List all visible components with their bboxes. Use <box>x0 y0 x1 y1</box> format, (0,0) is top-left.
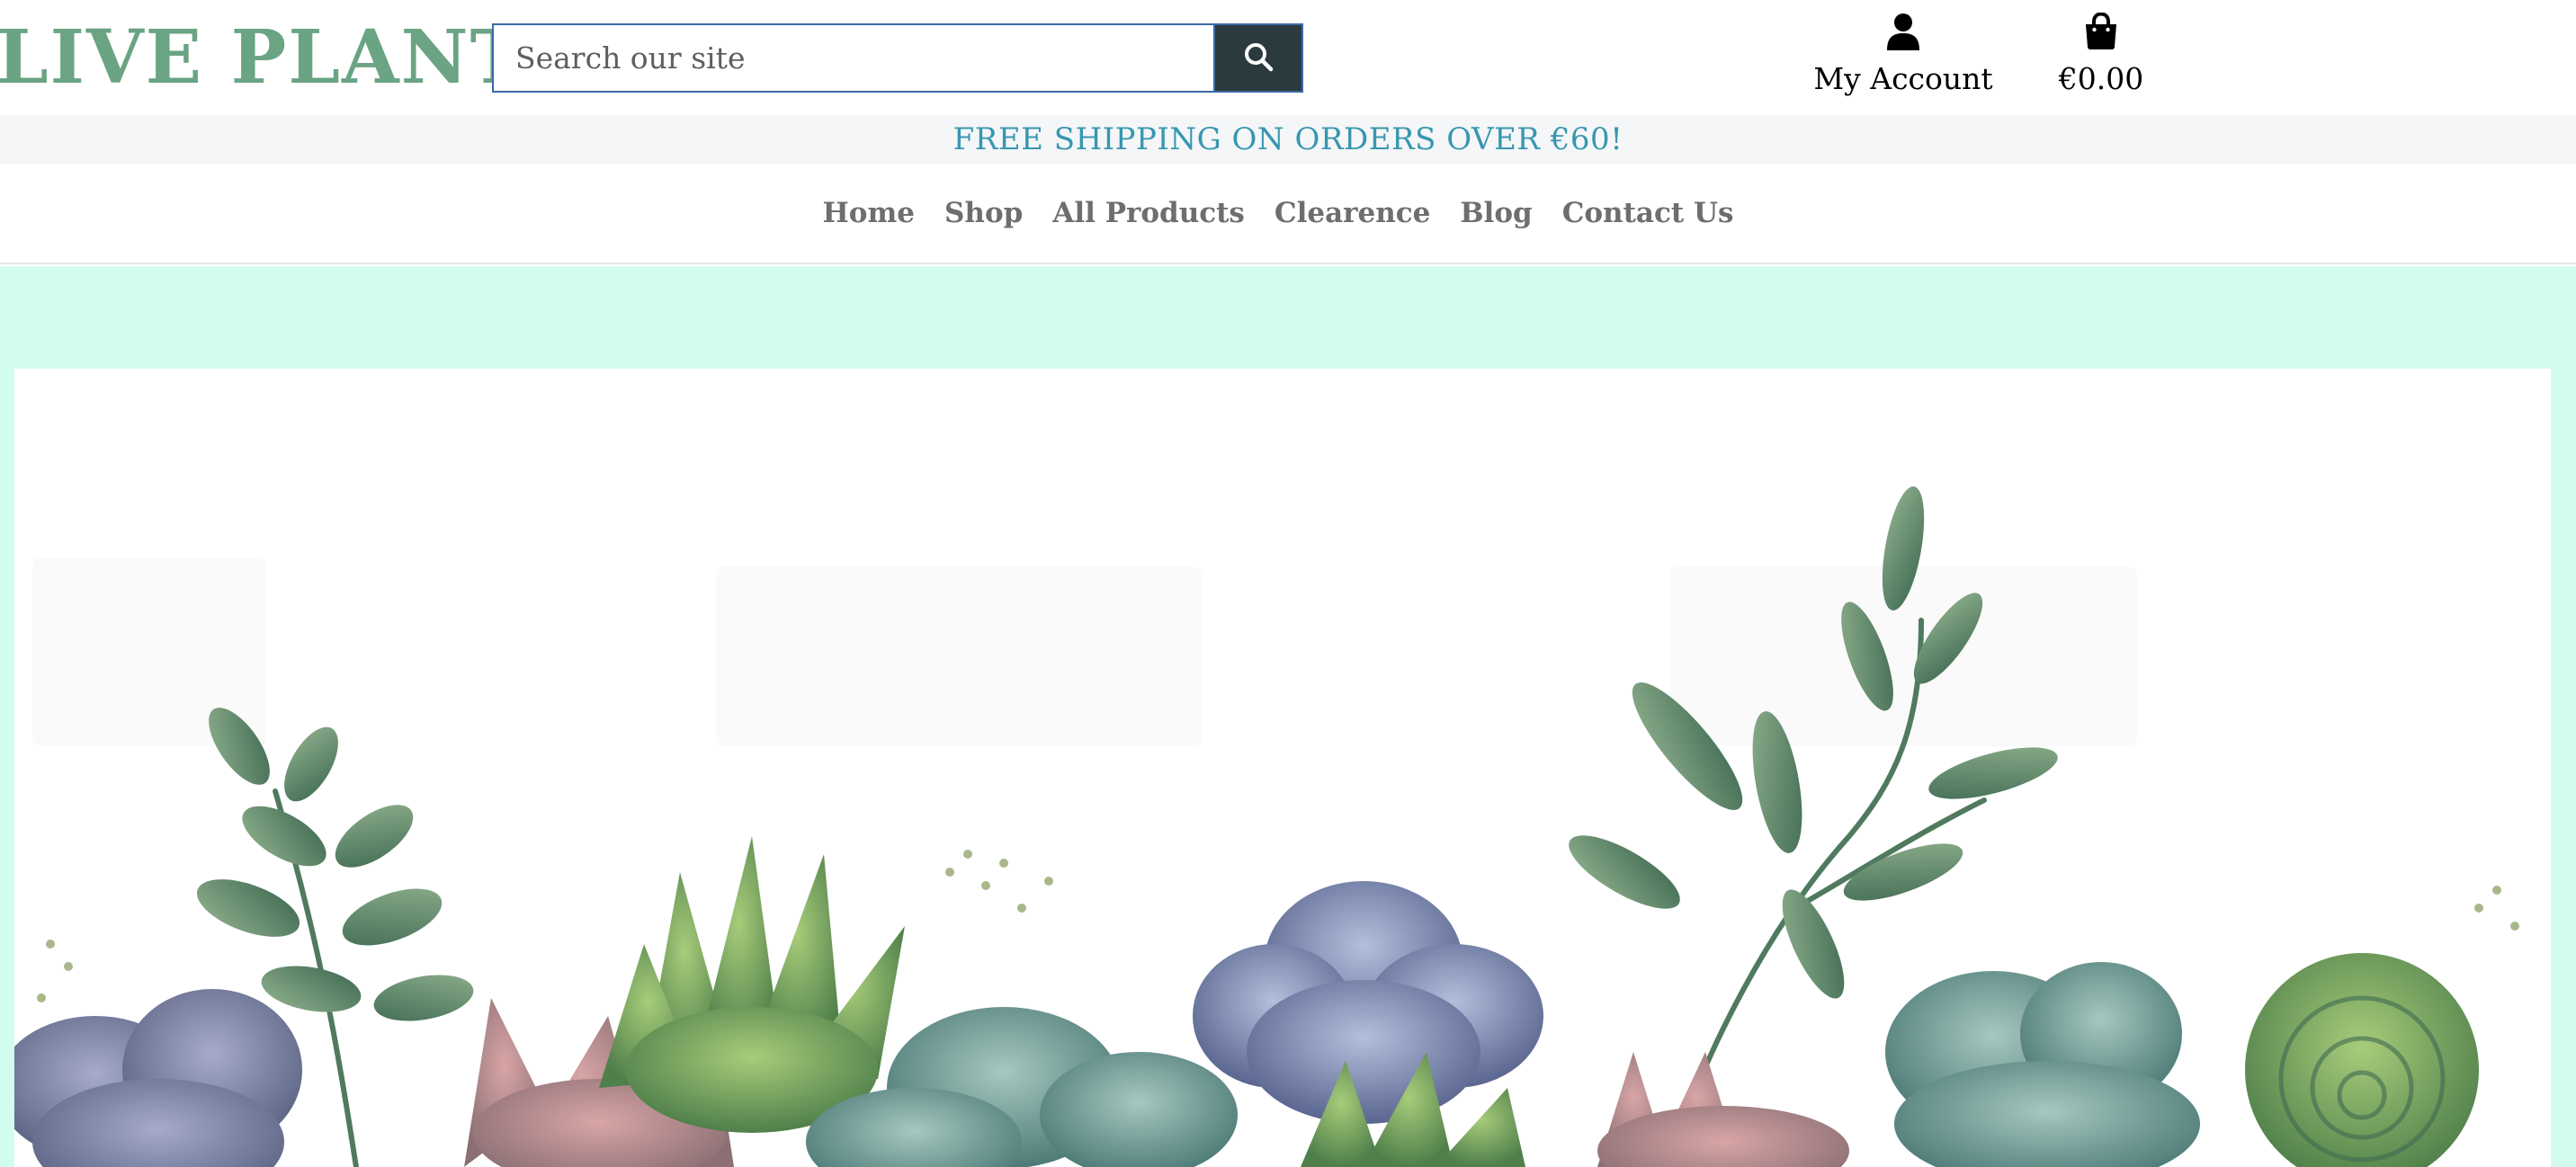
search-input[interactable] <box>494 25 1213 91</box>
nav-item-shop[interactable]: Shop <box>944 197 1023 229</box>
user-icon <box>1885 13 1921 54</box>
search-button[interactable] <box>1213 25 1301 91</box>
shipping-banner-text: FREE SHIPPING ON ORDERS OVER €60! <box>953 121 1623 157</box>
search-icon <box>1243 41 1274 75</box>
hero-image <box>14 369 2551 1167</box>
my-account-label: My Account <box>1813 61 1993 96</box>
succulents-illustration <box>14 486 2519 1167</box>
nav-item-all-products[interactable]: All Products <box>1052 197 1245 229</box>
shopping-bag-icon <box>2083 12 2119 54</box>
shipping-banner: FREE SHIPPING ON ORDERS OVER €60! <box>0 115 2576 164</box>
cart-link[interactable]: €0.00 <box>2053 12 2150 102</box>
nav-item-blog[interactable]: Blog <box>1460 197 1532 229</box>
nav-item-contact-us[interactable]: Contact Us <box>1562 197 1734 229</box>
search-form <box>492 23 1303 93</box>
nav-item-home[interactable]: Home <box>823 197 916 229</box>
main-nav: Home Shop All Products Clearence Blog Co… <box>0 164 2576 264</box>
nav-list: Home Shop All Products Clearence Blog Co… <box>823 197 1734 229</box>
site-header: LIVE PLANTS My Account <box>0 0 2576 115</box>
nav-item-clearence[interactable]: Clearence <box>1275 197 1430 229</box>
my-account-link[interactable]: My Account <box>1813 13 1993 102</box>
cart-total: €0.00 <box>2058 61 2144 96</box>
